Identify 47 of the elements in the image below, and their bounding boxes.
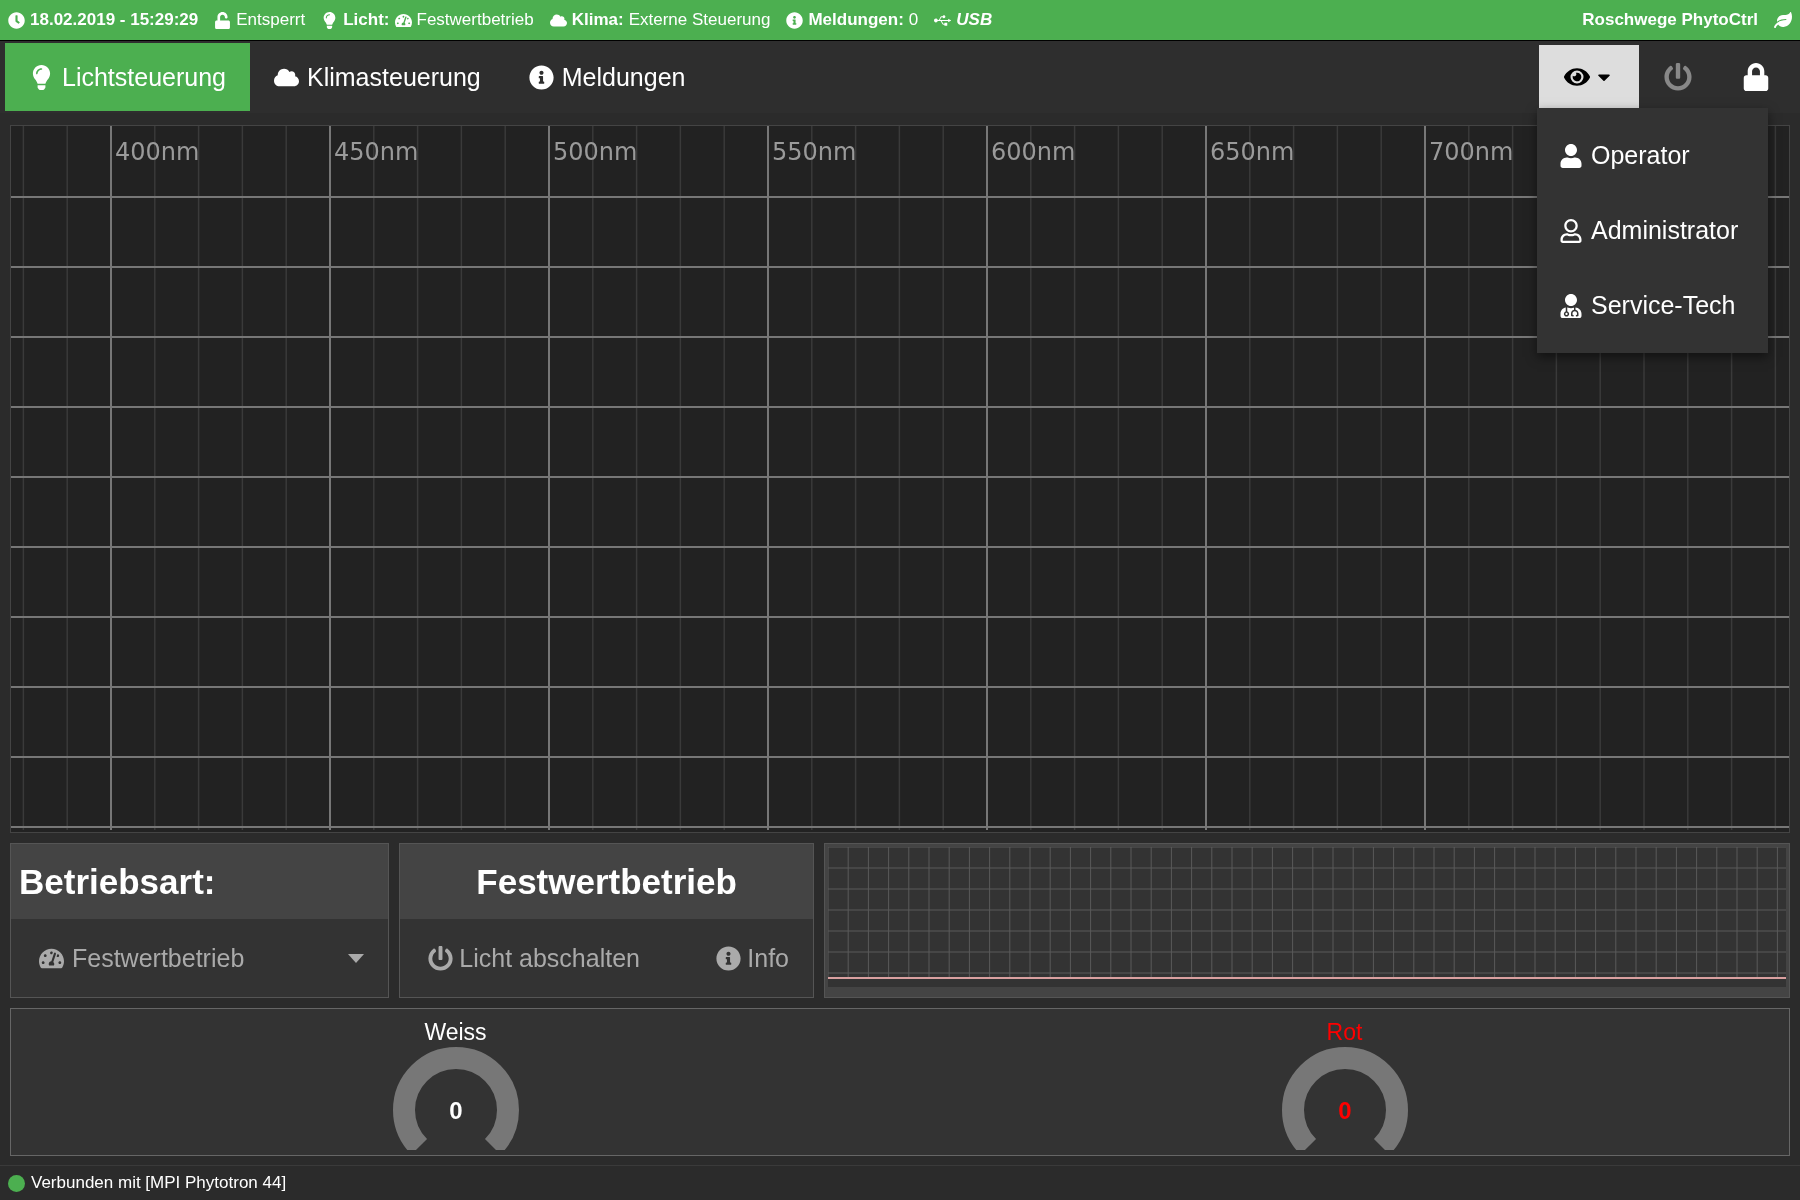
axis-label: 650nm [1210, 138, 1295, 166]
gauge-label: Weiss [424, 1019, 487, 1046]
mode-select[interactable]: Festwertbetrieb [39, 943, 365, 973]
gauge-label: Rot [1326, 1019, 1363, 1046]
nav-tab[interactable]: Meldungen [504, 43, 710, 111]
gauge-value: 0 [448, 1097, 463, 1124]
app-name: Roschwege PhytoCtrl [1582, 10, 1758, 30]
status-label: Klima: [571, 10, 624, 30]
power-icon [428, 945, 454, 971]
status-label: Meldungen: [808, 10, 904, 30]
user-icon [1559, 143, 1583, 168]
status-label: Licht: [343, 10, 390, 30]
panel-title: Festwertbetrieb [476, 861, 737, 902]
info-icon [716, 945, 742, 971]
caret-icon [348, 953, 365, 963]
panel-title: Betriebsart: [19, 861, 216, 902]
status-label: USB [956, 10, 993, 30]
lock-icon [1742, 63, 1770, 91]
axis-label: 600nm [991, 138, 1076, 166]
axis-label: 500nm [553, 138, 638, 166]
status-value: 0 [908, 10, 919, 30]
connection-status: Verbunden mit [MPI Phytotron 44] [31, 1173, 287, 1193]
axis-label: 700nm [1429, 138, 1514, 166]
menu-item[interactable]: Operator [1537, 118, 1768, 193]
status-value: Externe Steuerung [628, 10, 771, 30]
lock-icon [214, 11, 232, 29]
action-button[interactable]: Licht abschalten [428, 939, 640, 977]
user-outline-icon [1559, 218, 1583, 243]
doctor-icon [1559, 293, 1583, 318]
leaf-icon [1774, 11, 1792, 29]
info-icon [528, 64, 554, 90]
status-value: Festwertbetrieb [416, 10, 534, 30]
menu-item[interactable]: Service-Tech [1537, 268, 1768, 343]
action-button[interactable]: Info [716, 939, 789, 977]
view-menu-button[interactable] [1539, 45, 1639, 109]
status-label: 18.02.2019 - 15:29:29 [30, 10, 199, 30]
axis-label: 400nm [115, 138, 200, 166]
messages-icon [786, 11, 804, 29]
nav-tab[interactable]: Klimasteuerung [250, 43, 505, 111]
status-value: Entsperrt [236, 10, 306, 30]
clock-icon [8, 11, 25, 29]
menu-item[interactable]: Administrator [1537, 193, 1768, 268]
gauge-icon [394, 11, 412, 29]
axis-label: 550nm [772, 138, 857, 166]
axis-label: 450nm [334, 138, 419, 166]
power-icon [1664, 63, 1692, 91]
gauge-value: 0 [1337, 1097, 1352, 1124]
